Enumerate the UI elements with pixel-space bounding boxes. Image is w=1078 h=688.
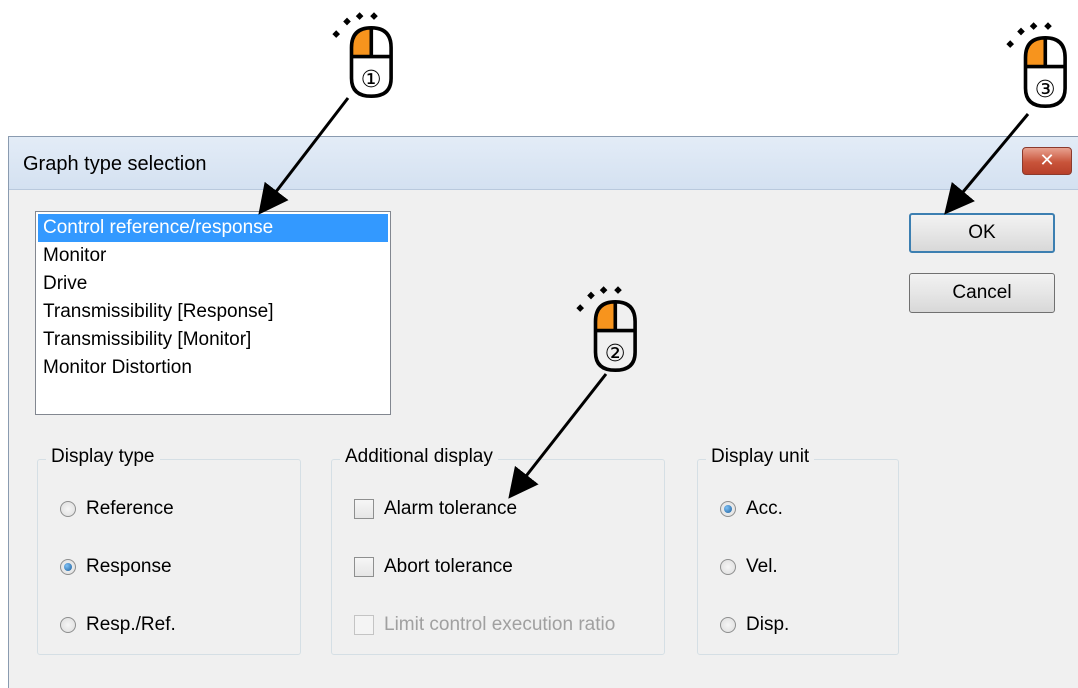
- mouse-left-click-icon: ①: [332, 12, 393, 98]
- mouse-left-click-icon: ③: [1006, 22, 1067, 108]
- arrow-step2: [508, 373, 608, 499]
- mouse-left-click-icon: ②: [576, 286, 637, 372]
- arrow-step1: [258, 97, 350, 215]
- annotation-arrows: [258, 97, 1030, 499]
- step-number-3: ③: [1035, 75, 1056, 103]
- step-number-1: ①: [361, 65, 382, 93]
- step-number-2: ②: [605, 339, 626, 367]
- arrow-step3: [944, 113, 1030, 215]
